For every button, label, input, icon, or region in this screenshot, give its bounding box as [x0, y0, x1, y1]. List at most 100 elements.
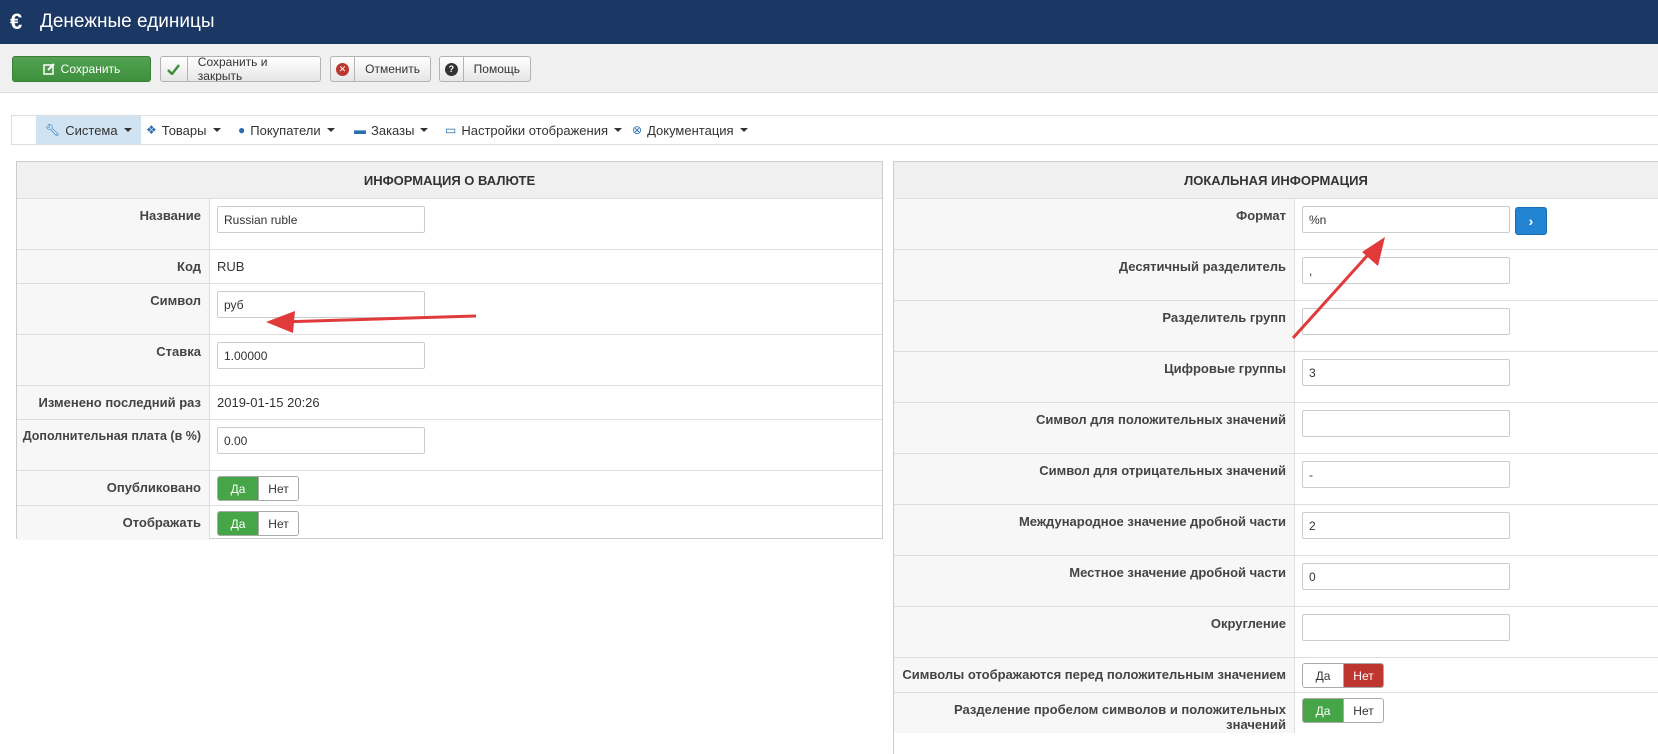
field-label: Округление — [894, 607, 1295, 657]
field-label: Символ для положительных значений — [894, 403, 1295, 453]
rate-input[interactable] — [217, 342, 425, 369]
currency-info-panel: ИНФОРМАЦИЯ О ВАЛЮТЕ Название Код RUB Сим… — [16, 161, 883, 540]
field-label: Цифровые группы — [894, 352, 1295, 402]
form-row-format: Формат › — [894, 199, 1658, 250]
digit-groups-input[interactable] — [1302, 359, 1510, 386]
published-no-button[interactable]: Нет — [258, 477, 298, 500]
euro-icon: € — [10, 9, 23, 34]
field-label: Ставка — [17, 335, 210, 385]
display-no-button[interactable]: Нет — [258, 512, 298, 535]
form-row-symbols-before: Символы отображаются перед положительным… — [894, 658, 1658, 693]
field-label: Международное значение дробной части — [894, 505, 1295, 555]
form-row-local-fraction: Местное значение дробной части — [894, 556, 1658, 607]
field-label: Опубликовано — [17, 471, 210, 505]
page-title: Денежные единицы — [40, 11, 215, 32]
caret-down-icon — [326, 128, 335, 132]
form-row-display: Отображать Да Нет — [17, 506, 882, 540]
group-separator-input[interactable] — [1302, 308, 1510, 335]
symbols-before-toggle: Да Нет — [1302, 663, 1384, 688]
field-label: Код — [17, 250, 210, 283]
intl-fraction-input[interactable] — [1302, 512, 1510, 539]
space-separator-yes-button[interactable]: Да — [1303, 699, 1343, 722]
menu-documentation[interactable]: ⊗ Документация — [623, 116, 757, 144]
help-button[interactable]: ? Помощь — [439, 56, 531, 82]
form-row-fee: Дополнительная плата (в %) — [17, 420, 882, 471]
check-icon — [161, 57, 188, 81]
field-label: Изменено последний раз — [17, 386, 210, 419]
positive-symbol-input[interactable] — [1302, 410, 1510, 437]
symbol-input[interactable] — [217, 291, 425, 318]
caret-down-icon — [212, 128, 221, 132]
form-row-negative-symbol: Символ для отрицательных значений — [894, 454, 1658, 505]
menu-orders[interactable]: ▬ Заказы — [345, 116, 437, 144]
caret-down-icon — [614, 128, 622, 132]
published-toggle: Да Нет — [217, 476, 299, 501]
negative-symbol-input[interactable] — [1302, 461, 1510, 488]
form-row-digit-groups: Цифровые группы — [894, 352, 1658, 403]
credit-card-icon: ▬ — [354, 123, 366, 137]
field-label: Формат — [894, 199, 1295, 249]
cubes-icon: ❖ — [146, 123, 157, 137]
form-row-group-separator: Разделитель групп — [894, 301, 1658, 352]
main-menu: 🔧︎ Система ❖ Товары ● Покупатели ▬ Заказ… — [11, 115, 1658, 145]
field-label: Разделитель групп — [894, 301, 1295, 351]
caret-down-icon — [739, 128, 748, 132]
save-button[interactable]: Сохранить — [12, 56, 151, 82]
form-row-decimal-separator: Десятичный разделитель — [894, 250, 1658, 301]
code-value: RUB — [217, 259, 245, 274]
published-yes-button[interactable]: Да — [218, 477, 258, 500]
menu-display-settings[interactable]: ▭ Настройки отображения — [436, 116, 631, 144]
field-label: Символы отображаются перед положительным… — [894, 658, 1295, 692]
name-input[interactable] — [217, 206, 425, 233]
decimal-separator-input[interactable] — [1302, 257, 1510, 284]
local-info-panel: ЛОКАЛЬНАЯ ИНФОРМАЦИЯ Формат › Десятичный… — [893, 161, 1658, 754]
menu-customers[interactable]: ● Покупатели — [229, 116, 344, 144]
field-label: Название — [17, 199, 210, 249]
field-label: Местное значение дробной части — [894, 556, 1295, 606]
space-separator-no-button[interactable]: Нет — [1343, 699, 1383, 722]
user-icon: ● — [238, 123, 246, 137]
rounding-input[interactable] — [1302, 614, 1510, 641]
symbols-before-no-button[interactable]: Нет — [1343, 664, 1383, 687]
menu-system[interactable]: 🔧︎ Система — [36, 116, 141, 144]
form-row-rounding: Округление — [894, 607, 1658, 658]
app-header: € Денежные единицы — [0, 0, 1658, 44]
field-label: Десятичный разделитель — [894, 250, 1295, 300]
panel-title: ИНФОРМАЦИЯ О ВАЛЮТЕ — [17, 162, 882, 199]
local-fraction-input[interactable] — [1302, 563, 1510, 590]
field-label: Разделение пробелом символов и положител… — [894, 693, 1295, 733]
field-label: Дополнительная плата (в %) — [17, 420, 210, 470]
form-row-name: Название — [17, 199, 882, 250]
symbols-before-yes-button[interactable]: Да — [1303, 664, 1343, 687]
menu-products[interactable]: ❖ Товары — [137, 116, 230, 144]
display-yes-button[interactable]: Да — [218, 512, 258, 535]
lifebuoy-icon: ⊗ — [632, 123, 643, 137]
cancel-icon: ✕ — [331, 57, 356, 81]
space-separator-toggle: Да Нет — [1302, 698, 1384, 723]
save-and-close-button[interactable]: Сохранить и закрыть — [160, 56, 321, 82]
form-row-published: Опубликовано Да Нет — [17, 471, 882, 506]
form-row-space-separator: Разделение пробелом символов и положител… — [894, 693, 1658, 733]
display-toggle: Да Нет — [217, 511, 299, 536]
help-icon: ? — [440, 57, 464, 81]
monitor-icon: ▭ — [445, 123, 457, 137]
field-label: Символ для отрицательных значений — [894, 454, 1295, 504]
form-row-rate: Ставка — [17, 335, 882, 386]
fee-input[interactable] — [217, 427, 425, 454]
caret-down-icon — [123, 128, 132, 132]
form-row-intl-fraction: Международное значение дробной части — [894, 505, 1658, 556]
form-row-code: Код RUB — [17, 250, 882, 284]
edit-icon — [42, 57, 55, 81]
field-label: Отображать — [17, 506, 210, 540]
format-input[interactable] — [1302, 206, 1510, 233]
panel-title: ЛОКАЛЬНАЯ ИНФОРМАЦИЯ — [894, 162, 1658, 199]
field-label: Символ — [17, 284, 210, 334]
form-row-symbol: Символ — [17, 284, 882, 335]
cancel-button[interactable]: ✕ Отменить — [330, 56, 431, 82]
toolbar: Сохранить Сохранить и закрыть ✕ Отменить… — [0, 44, 1658, 93]
wrench-icon: 🔧︎ — [45, 123, 61, 137]
chevron-right-icon[interactable]: › — [1515, 207, 1547, 235]
form-row-positive-symbol: Символ для положительных значений — [894, 403, 1658, 454]
caret-down-icon — [420, 128, 429, 132]
form-row-modified: Изменено последний раз 2019-01-15 20:26 — [17, 386, 882, 420]
